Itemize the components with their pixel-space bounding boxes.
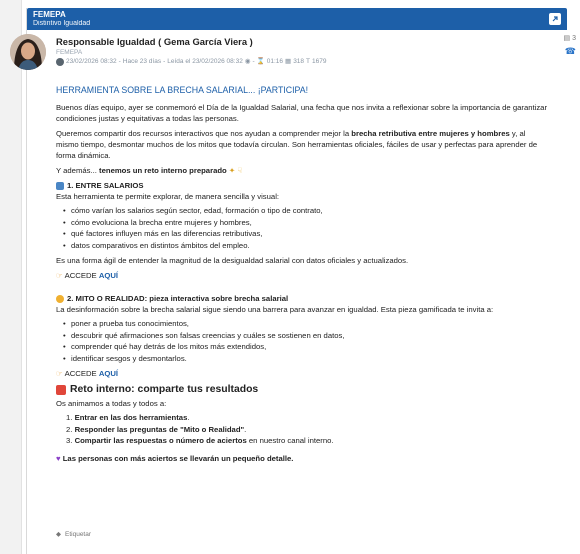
expand-icon[interactable] <box>549 13 561 25</box>
pointing-down-icon: ☟ <box>237 166 243 175</box>
left-sidebar <box>0 0 22 554</box>
section1-list: cómo varían los salarios según sector, e… <box>56 205 548 251</box>
message-duration: 01:16 <box>266 58 284 65</box>
step-bold: Compartir las respuestas o número de aci… <box>74 436 247 445</box>
document-icon: ▤ <box>563 35 571 42</box>
step-number: 3. <box>66 436 73 445</box>
paragraph-resources: Queremos compartir dos recursos interact… <box>56 128 548 161</box>
step-bold: Responder las preguntas de "Mito o Reali… <box>74 424 245 434</box>
message-ago: Hace 23 días <box>122 58 162 65</box>
header-actions: ▤ 3 ☎ <box>562 34 576 57</box>
list-item: poner a prueba tus conocimientos, <box>56 318 548 330</box>
reto-closing: ♥ Las personas con más aciertos se lleva… <box>56 453 548 464</box>
section2-title: 2. MITO O REALIDAD: pieza interactiva so… <box>56 293 548 304</box>
step-number: 2. <box>66 424 73 434</box>
section1-cta-link[interactable]: AQUÍ <box>99 271 118 280</box>
section2-intro: La desinformación sobre la brecha salari… <box>56 305 494 314</box>
tag-icon: ◆ <box>56 531 61 538</box>
message-read: Leída el 23/02/2026 08:32 <box>167 58 243 65</box>
list-item: 2. Responder las preguntas de "Mito o Re… <box>56 424 548 436</box>
grid-icon: ▦ <box>285 58 292 65</box>
purple-heart-icon: ♥ <box>56 453 61 463</box>
section1-outro: Es una forma ágil de entender la magnitu… <box>56 256 409 265</box>
reto-title: Reto interno: comparte tus resultados <box>56 383 548 396</box>
sender-org: FEMEPA <box>56 49 83 56</box>
attachment-count[interactable]: ▤ 3 <box>562 34 576 42</box>
message-topbar: FEMEPA Distintivo Igualdad <box>27 8 567 30</box>
org-subtitle: Distintivo Igualdad <box>33 20 91 27</box>
paragraph-challenge-bold: tenemos un reto interno preparado <box>99 166 227 175</box>
list-item: comprender qué hay detrás de los mitos m… <box>56 341 548 353</box>
section1-cta-text: ACCEDE <box>64 271 97 280</box>
step-rest: . <box>244 424 247 434</box>
step-number: 1. <box>66 413 73 422</box>
section1-title: 1. ENTRE SALARIOS <box>56 180 548 191</box>
phone-icon[interactable]: ☎ <box>562 46 576 57</box>
gift-icon <box>56 384 66 395</box>
party-icon: ✦ <box>228 166 236 175</box>
reto-steps: 1. Entrar en las dos herramientas. 2. Re… <box>56 412 548 447</box>
section2-cta: ☞ ACCEDE AQUÍ <box>56 368 548 379</box>
text-size-icon: T <box>306 58 311 65</box>
paragraph-resources-bold: brecha retributiva entre mujeres y hombr… <box>351 129 510 138</box>
eye-icon: ◉ <box>244 58 251 65</box>
message-views: 318 <box>293 58 305 65</box>
message-header: Responsable Igualdad ( Gema García Viera… <box>56 36 526 67</box>
hourglass-icon: ⌛ <box>256 58 265 65</box>
section1-intro: Esta herramienta te permite explorar, de… <box>56 192 280 201</box>
sender-name[interactable]: Responsable Igualdad ( Gema García Viera… <box>56 36 526 48</box>
section2-list: poner a prueba tus conocimientos, descub… <box>56 318 548 364</box>
list-item: 1. Entrar en las dos herramientas. <box>56 412 548 424</box>
list-item: cómo varían los salarios según sector, e… <box>56 205 548 217</box>
list-item: identificar sesgos y desmontarlos. <box>56 353 548 365</box>
message-size: 1679 <box>312 58 327 65</box>
chart-icon <box>56 181 64 190</box>
step-bold: Entrar en las dos herramientas <box>74 413 188 422</box>
attachment-count-value: 3 <box>572 35 576 42</box>
pointing-right-icon: ☞ <box>56 271 63 280</box>
list-item: 3. Compartir las respuestas o número de … <box>56 435 548 447</box>
step-rest: . <box>187 413 190 422</box>
section1-cta: ☞ ACCEDE AQUÍ <box>56 270 548 281</box>
list-item: datos comparativos en distintos ámbitos … <box>56 240 548 252</box>
paragraph-intro: Buenos días equipo, ayer se conmemoró el… <box>56 103 548 123</box>
step-rest: en nuestro canal interno. <box>246 436 334 445</box>
message-body: HERRAMIENTA SOBRE LA BRECHA SALARIAL... … <box>56 84 548 468</box>
section2-cta-text: ACCEDE <box>64 369 97 378</box>
section2-cta-link[interactable]: AQUÍ <box>99 369 118 378</box>
reto-closing-text: Las personas con más aciertos se llevará… <box>62 453 294 463</box>
paragraph-resources-a: Queremos compartir dos recursos interact… <box>56 129 352 138</box>
org-name: FEMEPA <box>33 10 66 19</box>
list-item: cómo evoluciona la brecha entre mujeres … <box>56 217 548 229</box>
paragraph-challenge-a: Y además... <box>56 166 100 175</box>
pointing-right-icon: ☞ <box>56 369 63 378</box>
message-subject: HERRAMIENTA SOBRE LA BRECHA SALARIAL... … <box>56 85 309 95</box>
message-date: 23/02/2026 08:32 <box>66 58 117 65</box>
avatar <box>10 34 46 70</box>
thinking-face-icon <box>56 294 64 303</box>
tag-button[interactable]: ◆ Etiquetar <box>56 530 92 539</box>
reto-title-text: Reto interno: comparte tus resultados <box>70 384 259 395</box>
section2-title-text: 2. MITO O REALIDAD: pieza interactiva so… <box>67 294 289 303</box>
list-item: descubrir qué afirmaciones son falsas cr… <box>56 330 548 342</box>
tag-label: Etiquetar <box>65 530 92 538</box>
message-meta: 23/02/2026 08:32 - Hace 23 días - Leída … <box>56 57 526 67</box>
paragraph-challenge: Y además... tenemos un reto interno prep… <box>56 165 548 176</box>
clock-icon <box>56 58 64 66</box>
list-item: qué factores influyen más en las diferen… <box>56 228 548 240</box>
section1-title-text: 1. ENTRE SALARIOS <box>67 181 144 190</box>
reto-intro: Os animamos a todas y todos a: <box>56 399 167 408</box>
